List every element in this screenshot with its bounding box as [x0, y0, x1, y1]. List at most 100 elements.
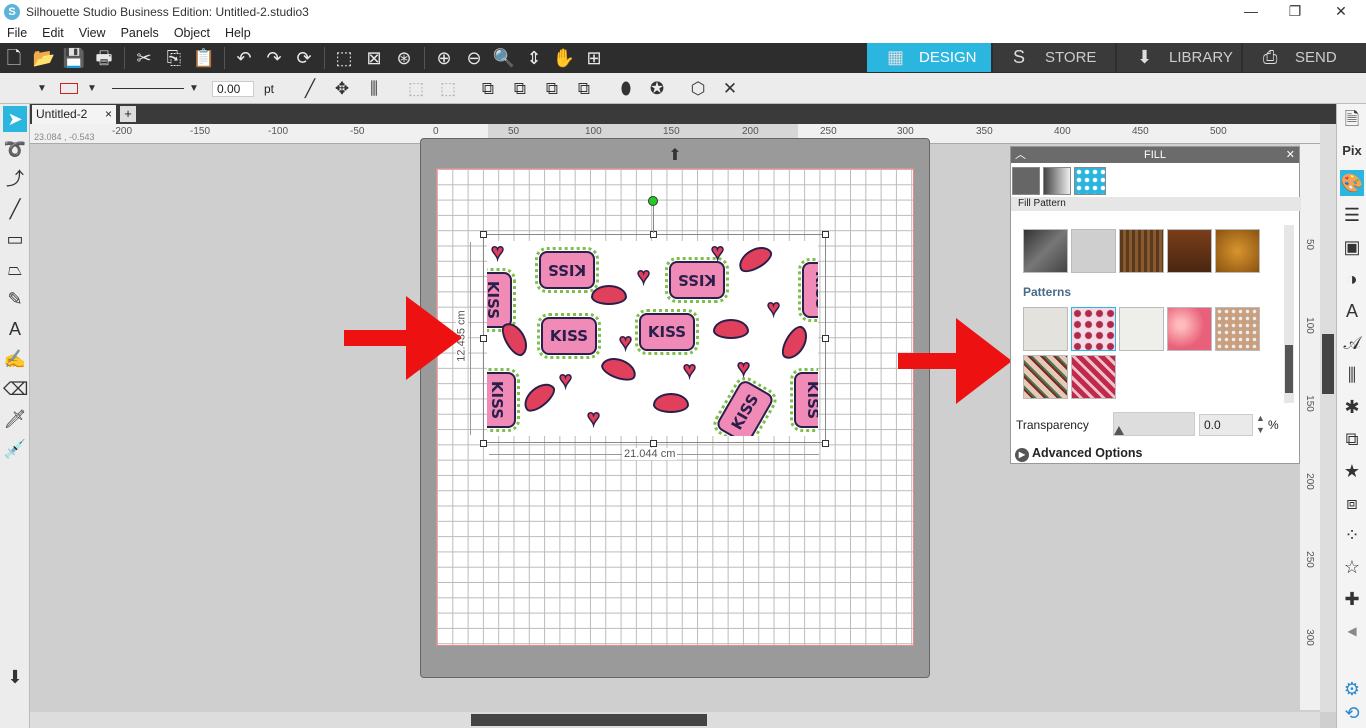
- add-tab-button[interactable]: +: [120, 106, 136, 122]
- print-icon[interactable]: 🖶: [92, 46, 116, 70]
- pencil-icon[interactable]: ✎: [3, 286, 27, 312]
- menu-file[interactable]: File: [0, 26, 35, 40]
- star-shape-icon[interactable]: ✪: [645, 77, 669, 101]
- line-tool-icon[interactable]: ╱: [298, 77, 322, 101]
- menu-edit[interactable]: Edit: [35, 26, 72, 40]
- zoom-select-icon[interactable]: 🔍: [492, 46, 516, 70]
- menu-panels[interactable]: Panels: [114, 26, 167, 40]
- library-folder-icon[interactable]: ⬇: [3, 664, 27, 690]
- undo-icon[interactable]: ↶: [232, 46, 256, 70]
- collapse-chevron-icon[interactable]: ︿: [1015, 147, 1026, 163]
- transparency-slider[interactable]: [1113, 412, 1195, 436]
- tab-design[interactable]: ▦ DESIGN: [867, 43, 991, 72]
- pattern-fill-button[interactable]: [1074, 167, 1106, 195]
- resize-handle[interactable]: [650, 440, 657, 447]
- pattern-scrollbar[interactable]: [1284, 225, 1294, 403]
- eyedropper-icon[interactable]: 💉: [3, 436, 27, 462]
- select-arrow-icon[interactable]: ➤: [3, 106, 27, 132]
- modify-icon[interactable]: ⧉: [1340, 426, 1364, 452]
- text-to-path-icon[interactable]: 𝒜: [1340, 330, 1364, 356]
- knife-icon[interactable]: 🗡: [3, 406, 27, 432]
- bring-to-front-icon[interactable]: ⧉: [540, 77, 564, 101]
- favorites-star-icon[interactable]: ★: [1340, 458, 1364, 484]
- menu-object[interactable]: Object: [167, 26, 218, 40]
- rhinestone-icon[interactable]: ⁘: [1340, 522, 1364, 548]
- bring-forward-icon[interactable]: ⧉: [476, 77, 500, 101]
- send-backward-icon[interactable]: ⧉: [508, 77, 532, 101]
- line-style-icon[interactable]: ☰: [1340, 202, 1364, 228]
- rectangle-icon[interactable]: ▭: [3, 226, 27, 252]
- pattern-swatch[interactable]: [1023, 229, 1068, 273]
- close-panel-icon[interactable]: ✕: [1286, 147, 1295, 163]
- zoom-in-icon[interactable]: ⊕: [432, 46, 456, 70]
- pixscan-icon[interactable]: Pix: [1340, 138, 1364, 164]
- resize-handle[interactable]: [822, 440, 829, 447]
- restore-button[interactable]: ❐: [1272, 0, 1318, 23]
- advanced-options-toggle[interactable]: ▶ Advanced Options: [1015, 446, 1142, 462]
- move-icon[interactable]: ✥: [330, 77, 354, 101]
- curve-icon[interactable]: ⤴: [3, 166, 27, 192]
- delete-icon[interactable]: ✕: [718, 77, 742, 101]
- edit-text-icon[interactable]: ✍: [3, 346, 27, 372]
- send-to-back-icon[interactable]: ⧉: [572, 77, 596, 101]
- vertical-scrollbar-thumb[interactable]: [1322, 334, 1334, 394]
- pattern-swatch[interactable]: [1215, 229, 1260, 273]
- cut-icon[interactable]: ✂: [132, 46, 156, 70]
- deselect-icon[interactable]: ⊠: [362, 46, 386, 70]
- lasso-icon[interactable]: ➰: [3, 136, 27, 162]
- group-icon[interactable]: ⬚: [404, 77, 428, 101]
- pattern-swatch[interactable]: [1119, 229, 1164, 273]
- pattern-swatch[interactable]: [1071, 229, 1116, 273]
- pan-hand-icon[interactable]: ✋: [552, 46, 576, 70]
- zoom-out-icon[interactable]: ⊖: [462, 46, 486, 70]
- offset-icon[interactable]: ⧈: [1340, 490, 1364, 516]
- horizontal-scrollbar-thumb[interactable]: [471, 714, 707, 726]
- image-effects-icon[interactable]: ◑: [1340, 266, 1364, 292]
- tab-library[interactable]: ⬇ LIBRARY: [1117, 43, 1241, 72]
- polygon-icon[interactable]: ⏢: [3, 256, 27, 282]
- open-folder-icon[interactable]: 📂: [32, 46, 56, 70]
- ungroup-icon[interactable]: ⬚: [436, 77, 460, 101]
- pattern-swatch[interactable]: [1023, 355, 1068, 399]
- line-color-swatch[interactable]: [60, 83, 78, 94]
- paste-icon[interactable]: 📋: [192, 46, 216, 70]
- close-button[interactable]: ✕: [1318, 0, 1364, 23]
- align-panel-icon[interactable]: ⫼: [1340, 362, 1364, 388]
- sketch-icon[interactable]: ▣: [1340, 234, 1364, 260]
- copy-icon[interactable]: ⎘: [162, 46, 186, 70]
- tab-store[interactable]: S STORE: [993, 43, 1115, 72]
- text-style-icon[interactable]: A: [1340, 298, 1364, 324]
- tab-untitled-2[interactable]: Untitled-2 ×: [32, 105, 116, 124]
- page-setup-icon[interactable]: 🗎: [1340, 106, 1364, 132]
- menu-view[interactable]: View: [72, 26, 114, 40]
- transparency-input[interactable]: 0.0: [1199, 414, 1253, 436]
- pattern-swatch[interactable]: [1167, 229, 1212, 273]
- refresh-icon[interactable]: ⟲: [1340, 700, 1364, 726]
- gradient-fill-button[interactable]: [1043, 167, 1071, 195]
- transparency-stepper[interactable]: ▲ ▼: [1256, 412, 1265, 436]
- 3d-box-icon[interactable]: ⬡: [686, 77, 710, 101]
- redo-icon[interactable]: ↷: [262, 46, 286, 70]
- fill-palette-icon[interactable]: 🎨: [1340, 170, 1364, 196]
- resize-handle[interactable]: [822, 231, 829, 238]
- transform-icon[interactable]: ✱: [1340, 394, 1364, 420]
- close-tab-icon[interactable]: ×: [105, 105, 112, 124]
- horizontal-scrollbar[interactable]: [30, 712, 1320, 728]
- tab-send[interactable]: ⎙ SEND: [1243, 43, 1366, 72]
- select-all-icon[interactable]: ⬚: [332, 46, 356, 70]
- eraser-icon[interactable]: ⌫: [3, 376, 28, 402]
- fit-to-page-icon[interactable]: ⊞: [582, 46, 606, 70]
- resize-handle[interactable]: [480, 335, 487, 342]
- star-outline-icon[interactable]: ☆: [1340, 554, 1364, 580]
- menu-help[interactable]: Help: [218, 26, 259, 40]
- pattern-swatch-kiss[interactable]: [1071, 307, 1116, 351]
- line-style-preview[interactable]: [112, 88, 184, 89]
- line-color-dropdown-icon[interactable]: ▼: [80, 77, 104, 101]
- resize-handle[interactable]: [480, 231, 487, 238]
- line-width-input[interactable]: 0.00: [212, 81, 254, 97]
- redraw-icon[interactable]: ⟳: [292, 46, 316, 70]
- fill-dropdown-icon[interactable]: ▼: [30, 77, 54, 101]
- pattern-swatch[interactable]: [1119, 307, 1164, 351]
- save-icon[interactable]: 💾: [62, 46, 86, 70]
- minimize-button[interactable]: —: [1228, 0, 1274, 23]
